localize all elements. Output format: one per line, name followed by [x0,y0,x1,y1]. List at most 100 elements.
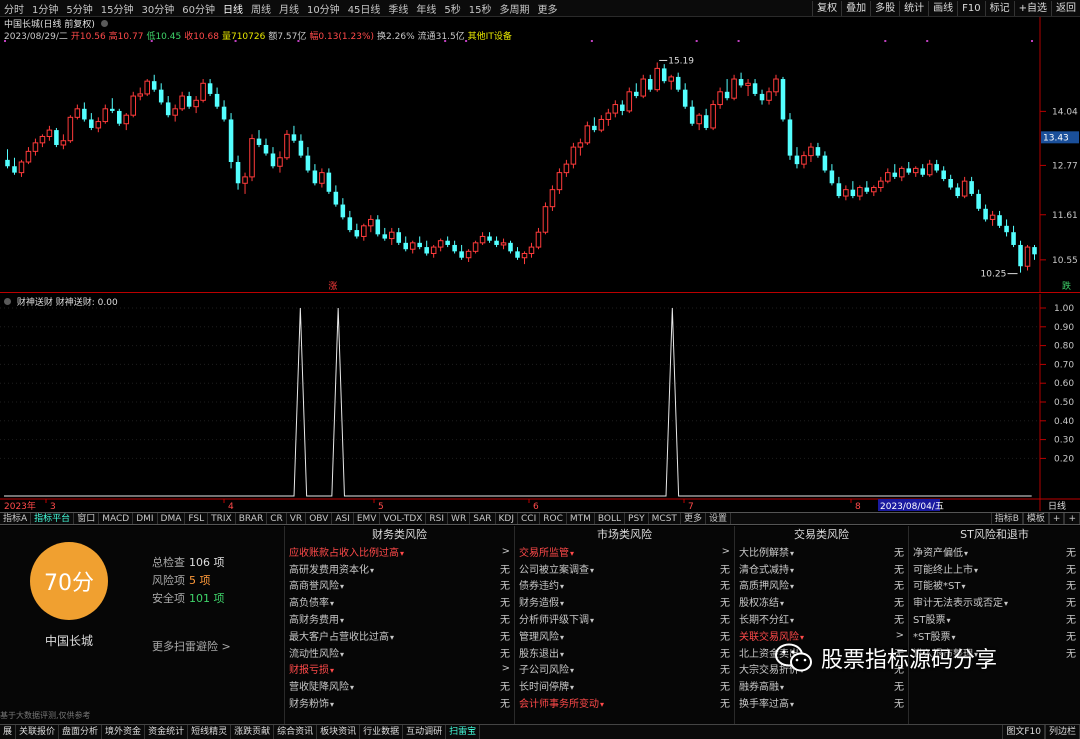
bottom-tab-8[interactable]: 板块资讯 [317,725,361,739]
indicator-tab-18[interactable]: KDJ [496,513,518,524]
bottom-tab-9[interactable]: 行业数据 [360,725,404,739]
indicator-tab-26[interactable]: 设置 [706,513,731,524]
bottom-tab-6[interactable]: 涨跌贡献 [231,725,275,739]
risk-item[interactable]: 融券高融▾ 无 [735,677,908,694]
period-tab-11[interactable]: 季线 [384,1,412,16]
risk-item[interactable]: 长期不分红▾ 无 [735,610,908,627]
indicator-tab-15[interactable]: RSI [426,513,449,524]
indicator-tab-14[interactable]: VOL-TDX [380,513,427,524]
risk-item[interactable]: 股权冻结▾ 无 [735,593,908,610]
bottom-tab-11[interactable]: 扫雷宝 [446,725,481,739]
risk-item[interactable]: 交易所监管▾ > [515,543,734,560]
period-tab-13[interactable]: 5秒 [440,1,464,16]
price-chart[interactable]: 14.0412.7711.6110.5513.4315.1910.25涨跌财 中… [0,17,1080,293]
period-tab-5[interactable]: 60分钟 [178,1,219,16]
top-button-7[interactable]: +自选 [1013,0,1051,16]
risk-item[interactable]: 营收陡降风险▾ 无 [285,677,514,694]
bottom-tab-3[interactable]: 境外资金 [102,725,146,739]
indicator-tab-13[interactable]: EMV [354,513,381,524]
bottom-right-button-1[interactable]: 列边栏 [1044,725,1080,739]
risk-item[interactable]: 高质押风险▾ 无 [735,577,908,594]
top-button-5[interactable]: F10 [957,0,984,16]
top-button-0[interactable]: 复权 [812,0,841,16]
indicator-tab-right-2[interactable]: + [1048,513,1065,524]
more-scan-link[interactable]: 更多扫雷避险 > [152,638,231,654]
risk-item[interactable]: 管理风险▾ 无 [515,627,734,644]
top-button-3[interactable]: 统计 [899,0,928,16]
period-tab-8[interactable]: 月线 [275,1,303,16]
period-tab-2[interactable]: 5分钟 [62,1,96,16]
period-tab-3[interactable]: 15分钟 [97,1,138,16]
risk-item[interactable]: 长时间停牌▾ 无 [515,677,734,694]
risk-item[interactable]: 股东退出▾ 无 [515,644,734,661]
bottom-right-button-0[interactable]: 图文F10 [1002,725,1045,739]
gear-icon[interactable] [4,298,11,305]
indicator-tab-20[interactable]: ROC [540,513,567,524]
top-button-4[interactable]: 画线 [928,0,957,16]
risk-item[interactable]: 大比例解禁▾ 无 [735,543,908,560]
risk-item[interactable]: 换手率过高▾ 无 [735,694,908,711]
risk-item[interactable]: 高商誉风险▾ 无 [285,577,514,594]
indicator-tab-3[interactable]: MACD [99,513,134,524]
indicator-tab-12[interactable]: ASI [332,513,354,524]
indicator-tab-19[interactable]: CCI [518,513,541,524]
period-tab-12[interactable]: 年线 [412,1,440,16]
period-tab-6[interactable]: 日线 [219,1,247,16]
risk-item[interactable]: 审计无法表示或否定▾ 无 [909,593,1080,610]
bottom-tab-1[interactable]: 关联报价 [16,725,60,739]
top-button-1[interactable]: 叠加 [841,0,870,16]
indicator-tab-11[interactable]: OBV [306,513,333,524]
period-tab-0[interactable]: 分时 [0,1,28,16]
indicator-tab-16[interactable]: WR [448,513,471,524]
risk-item[interactable]: 子公司风险▾ 无 [515,661,734,678]
indicator-tab-25[interactable]: 更多 [681,513,706,524]
top-button-6[interactable]: 标记 [984,0,1014,16]
bottom-tab-2[interactable]: 盘面分析 [59,725,103,739]
indicator-tab-10[interactable]: VR [287,513,307,524]
indicator-tab-0[interactable]: 指标A [0,513,32,524]
indicator-tab-22[interactable]: BOLL [595,513,626,524]
risk-item[interactable]: 可能被*ST▾ 无 [909,577,1080,594]
risk-item[interactable]: 财报亏损▾ > [285,661,514,678]
indicator-tab-5[interactable]: DMA [158,513,186,524]
period-tab-15[interactable]: 多周期 [496,1,534,16]
risk-item[interactable]: 应收账款占收入比例过高▾ > [285,543,514,560]
risk-item[interactable]: 分析师评级下调▾ 无 [515,610,734,627]
bottom-tab-4[interactable]: 资金统计 [145,725,189,739]
indicator-tab-6[interactable]: FSL [185,513,209,524]
indicator-tab-7[interactable]: TRIX [208,513,236,524]
period-tab-1[interactable]: 1分钟 [28,1,62,16]
risk-item[interactable]: 债券违约▾ 无 [515,577,734,594]
risk-item[interactable]: ST股票▾ 无 [909,610,1080,627]
risk-item[interactable]: 公司被立案调查▾ 无 [515,560,734,577]
risk-item[interactable]: 最大客户占营收比过高▾ 无 [285,627,514,644]
indicator-tab-right-3[interactable]: + [1064,513,1080,524]
indicator-tab-23[interactable]: PSY [625,513,649,524]
bottom-tab-5[interactable]: 短线精灵 [188,725,232,739]
top-button-2[interactable]: 多股 [870,0,899,16]
indicator-tab-24[interactable]: MCST [649,513,681,524]
risk-item[interactable]: 财务造假▾ 无 [515,593,734,610]
indicator-tab-1[interactable]: 指标平台 [31,513,75,524]
period-tab-7[interactable]: 周线 [247,1,275,16]
risk-item[interactable]: 高研发费用资本化▾ 无 [285,560,514,577]
period-tab-14[interactable]: 15秒 [465,1,496,16]
indicator-tab-8[interactable]: BRAR [236,513,268,524]
period-tab-4[interactable]: 30分钟 [137,1,178,16]
bottom-tab-0[interactable]: 展 [0,725,17,739]
top-button-8[interactable]: 返回 [1051,0,1080,16]
risk-item[interactable]: 可能终止上市▾ 无 [909,560,1080,577]
risk-item[interactable]: 流动性风险▾ 无 [285,644,514,661]
bottom-tab-7[interactable]: 综合资讯 [274,725,318,739]
indicator-tab-17[interactable]: SAR [470,513,496,524]
risk-item[interactable]: 财务粉饰▾ 无 [285,694,514,711]
risk-item[interactable]: 高负债率▾ 无 [285,593,514,610]
indicator-tab-2[interactable]: 窗口 [74,513,100,524]
risk-item[interactable]: 高财务费用▾ 无 [285,610,514,627]
indicator-tab-right-0[interactable]: 指标B [990,513,1023,524]
risk-item[interactable]: 净资产偏低▾ 无 [909,543,1080,560]
bottom-tab-10[interactable]: 互动调研 [403,725,447,739]
indicator-tab-21[interactable]: MTM [567,513,595,524]
period-tab-16[interactable]: 更多 [534,1,562,16]
indicator-tab-9[interactable]: CR [267,513,287,524]
